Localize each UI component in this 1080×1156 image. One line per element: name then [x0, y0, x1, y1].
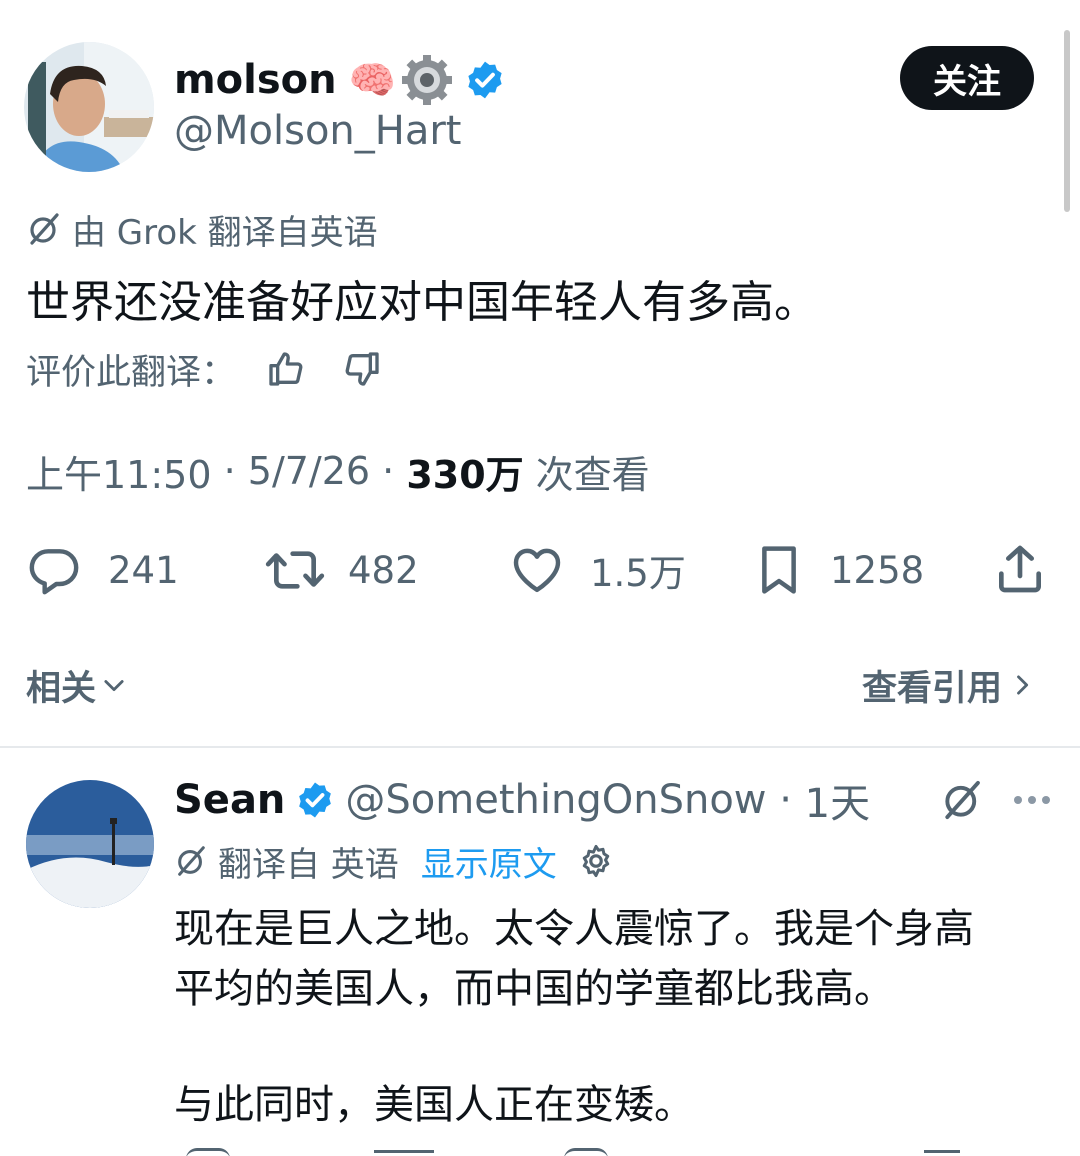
- related-label: 相关: [26, 668, 97, 709]
- verified-badge-icon: [468, 61, 502, 99]
- meta-separator: ·: [370, 449, 407, 493]
- more-options-icon[interactable]: [1010, 790, 1054, 810]
- bookmark-count: 1258: [830, 548, 925, 592]
- reply-text-line-2: 平均的美国人，而中国的学童都比我高。: [174, 966, 894, 1012]
- rate-translation: 评价此翻译：: [26, 344, 382, 394]
- reply-author-name[interactable]: Sean: [174, 777, 285, 823]
- partial-icon: [186, 1148, 230, 1156]
- translation-note-text: 由 Grok 翻译自英语: [72, 212, 378, 253]
- meta-separator: ·: [211, 449, 248, 493]
- partial-icon: [374, 1150, 434, 1156]
- like-action[interactable]: 1.5万: [508, 540, 686, 600]
- tweet-time[interactable]: 上午11:50: [26, 444, 212, 499]
- reply-text-line-1: 现在是巨人之地。太令人震惊了。我是个身高: [174, 906, 974, 952]
- chevron-right-icon: [1017, 675, 1029, 695]
- views-label: 次查看: [535, 452, 650, 497]
- settings-gear-icon[interactable]: [577, 842, 615, 880]
- bookmark-action[interactable]: 1258: [752, 540, 924, 600]
- reply-icon: [29, 549, 79, 595]
- reply-author-handle[interactable]: @SomethingOnSnow: [345, 777, 766, 823]
- rate-label: 评价此翻译：: [26, 352, 237, 393]
- reply-avatar[interactable]: [26, 780, 154, 908]
- heart-icon: [513, 548, 561, 593]
- grok-icon[interactable]: [940, 778, 984, 822]
- meta-separator: ·: [766, 777, 805, 823]
- verified-badge-icon: [299, 782, 332, 818]
- reply-translation-note: 翻译自 英语 显示原文: [174, 837, 615, 886]
- share-icon: [999, 545, 1041, 593]
- reply-age[interactable]: 1天: [805, 771, 870, 829]
- retweet-icon: [265, 551, 325, 589]
- reply-action-bar-partial: [174, 1148, 1054, 1156]
- tweet-date[interactable]: 5/7/26: [248, 449, 370, 493]
- author-name[interactable]: molson: [174, 57, 337, 103]
- translation-note: 由 Grok 翻译自英语: [26, 206, 378, 253]
- reply-text-line-3: 与此同时，美国人正在变矮。: [174, 1082, 694, 1128]
- author-handle[interactable]: @Molson_Hart: [174, 108, 461, 154]
- retweet-count: 482: [348, 548, 419, 592]
- thumbs-up-icon[interactable]: [266, 349, 306, 389]
- grok-icon: [30, 213, 59, 245]
- retweet-action[interactable]: 482: [264, 540, 419, 600]
- reply-avatar-photo: [26, 780, 154, 908]
- related-dropdown[interactable]: 相关: [26, 660, 128, 710]
- reply-action[interactable]: 241: [26, 540, 179, 600]
- view-quotes-link[interactable]: 查看引用: [862, 660, 1036, 710]
- tweet-text: 世界还没准备好应对中国年轻人有多高。: [26, 277, 818, 328]
- partial-icon: [924, 1150, 960, 1156]
- views-count: 330万: [406, 452, 524, 497]
- chevron-down-icon: [104, 680, 124, 692]
- brain-emoji: 🧠: [348, 57, 396, 102]
- grok-icon: [178, 846, 205, 876]
- avatar-photo: [24, 42, 154, 172]
- scrollbar[interactable]: [1064, 30, 1070, 212]
- partial-icon: [564, 1148, 608, 1156]
- like-count: 1.5万: [590, 552, 686, 595]
- section-divider: [0, 746, 1080, 748]
- author-name-row: molson 🧠: [174, 52, 506, 108]
- author-avatar[interactable]: [24, 42, 154, 172]
- reply-header: Sean @SomethingOnSnow · 1天: [174, 772, 870, 828]
- reply-translation-text: 翻译自 英语: [218, 844, 399, 885]
- thumbs-down-icon[interactable]: [342, 349, 382, 389]
- gear-emoji-icon: [401, 55, 452, 105]
- tweet-meta: 上午11:50 · 5/7/26 · 330万 次查看: [26, 444, 650, 499]
- view-quotes-label: 查看引用: [862, 668, 1003, 709]
- follow-button[interactable]: 关注: [900, 46, 1034, 110]
- bookmark-icon: [762, 546, 796, 594]
- share-action[interactable]: [992, 540, 1048, 600]
- reply-count: 241: [108, 548, 179, 592]
- show-original-link[interactable]: 显示原文: [421, 837, 557, 886]
